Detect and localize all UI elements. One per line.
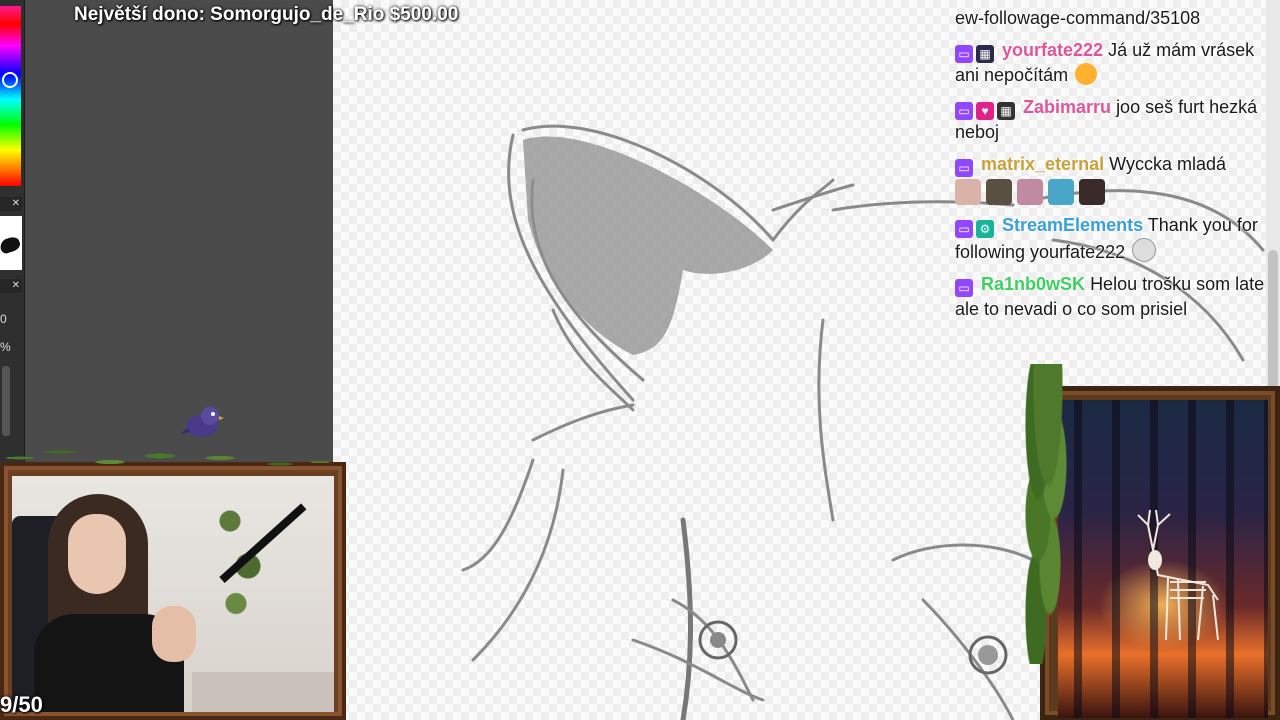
twitch-badge-icon: ▭ (955, 220, 973, 239)
sub-gift-badge-icon: ▦ (997, 102, 1015, 120)
subscriber-badge-icon: ▦ (976, 45, 994, 63)
chat-username[interactable]: Zabimarru (1023, 97, 1111, 117)
emote-row (955, 179, 1110, 206)
twitch-badge-icon: ▭ (955, 159, 973, 177)
color-picker-handle[interactable] (2, 72, 18, 88)
chat-username[interactable]: Ra1nb0wSK (981, 274, 1085, 294)
chat-message: ▭ ♥ ▦ Zabimarru joo seš furt hezká neboj (955, 95, 1273, 144)
layer-panel-close-icon[interactable]: ✕ (0, 279, 22, 293)
chat-text: Já už mám vrásek ani nepočítám (955, 40, 1255, 85)
chat-overlay: ew-followage-command/35108 ▭ ▦ yourfate22… (955, 6, 1273, 329)
chat-text: ew-followage-command/35108 (955, 8, 1201, 28)
plant (212, 476, 272, 626)
streamer-face (68, 514, 126, 594)
laughing-emoji-icon (1075, 63, 1098, 85)
skeleton-deer-icon (1137, 509, 1219, 641)
chat-username[interactable]: matrix_eternal (981, 154, 1104, 174)
chat-message: ▭ Ra1nb0wSK Helou trošku som late ale to… (955, 272, 1273, 321)
brush-shape-icon (0, 235, 22, 255)
forest-artwork (1058, 400, 1268, 718)
desk (192, 672, 334, 712)
chat-message: ▭ ⚙ StreamElements Thank you for followin… (955, 213, 1273, 264)
chat-message: ▭ matrix_eternal Wyccka mladá (955, 152, 1273, 206)
chat-username[interactable]: yourfate222 (1002, 40, 1103, 60)
brush-panel-close-icon[interactable]: ✕ (0, 197, 22, 211)
chat-message: ▭ ▦ yourfate222 Já už mám vrásek ani nepo… (955, 38, 1273, 87)
emote-dark-hair-icon (1079, 179, 1105, 206)
skull-emoji-icon (1132, 238, 1157, 263)
twitch-badge-icon: ▭ (955, 45, 973, 63)
bot-badge-icon: ⚙ (976, 220, 994, 239)
emote-blue-hair-icon (1048, 179, 1074, 206)
vine-decoration (0, 428, 346, 476)
vine-decoration (1008, 364, 1078, 664)
emote-well-played-icon (986, 179, 1012, 206)
side-scrollbar[interactable] (2, 366, 10, 436)
color-hue-slider[interactable] (0, 6, 21, 186)
streamer-hand (152, 606, 196, 662)
side-value: 0 (0, 312, 7, 326)
webcam-frame (0, 462, 346, 720)
chat-username[interactable]: StreamElements (1002, 215, 1143, 235)
emote-girl-icon (955, 179, 981, 206)
twitch-badge-icon: ▭ (955, 102, 973, 120)
top-donor-banner: Největší dono: Somorgujo_de_Rio $500.00 (74, 4, 459, 25)
twitch-badge-icon: ▭ (955, 279, 973, 298)
brush-preview (0, 216, 22, 270)
heart-badge-icon: ♥ (976, 102, 994, 120)
webcam-feed (12, 476, 334, 712)
emote-girl-icon (1017, 179, 1043, 206)
goal-counter: 9/50 (0, 692, 43, 717)
side-percent: % (0, 340, 11, 354)
pixel-bird-icon (180, 407, 224, 437)
chat-text: Wyccka mladá (1109, 154, 1226, 174)
chat-message: ew-followage-command/35108 (955, 6, 1273, 30)
